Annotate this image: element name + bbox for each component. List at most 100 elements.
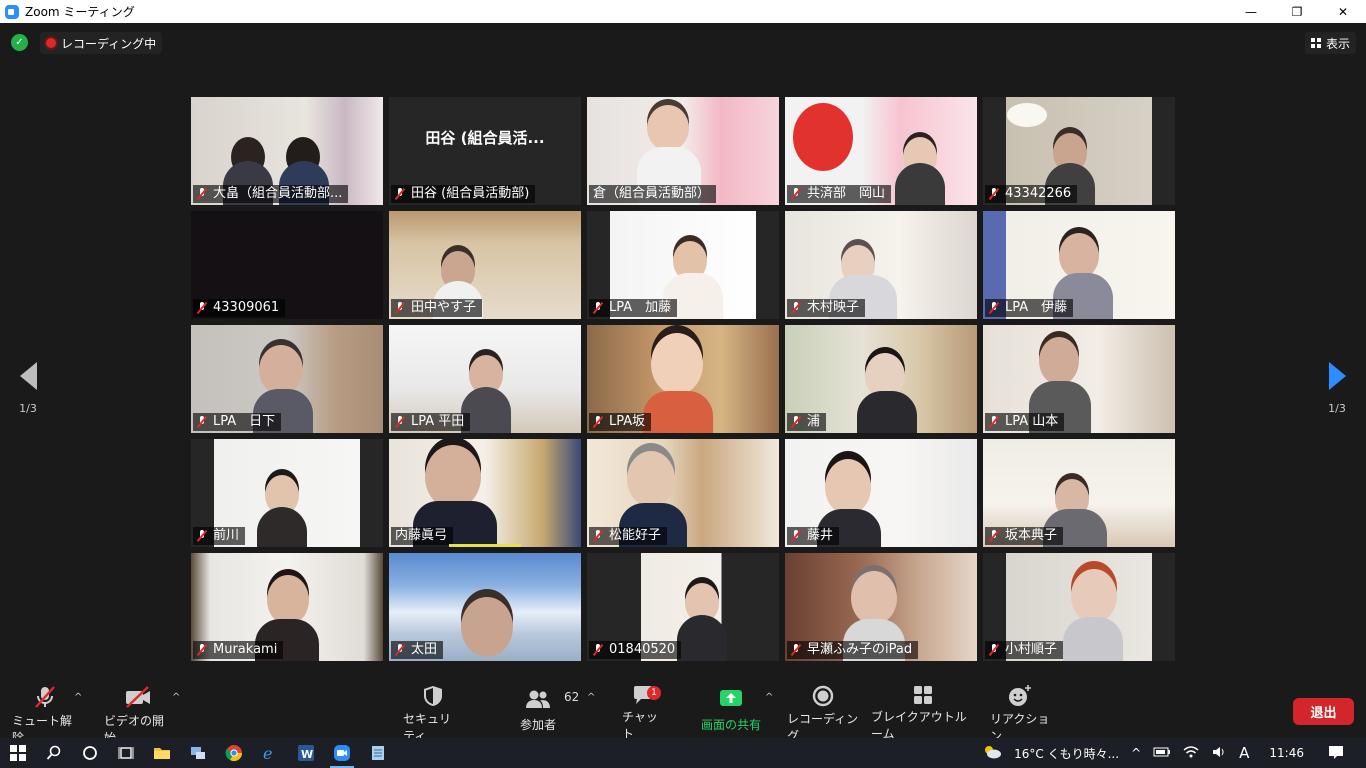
view-button[interactable]: 表示 xyxy=(1304,32,1356,54)
previous-page-button[interactable]: 1/3 xyxy=(13,362,43,415)
participant-tile[interactable]: LPA 平田 xyxy=(389,325,581,433)
chrome-icon[interactable] xyxy=(216,738,252,768)
participant-name-label: 太田 xyxy=(391,641,444,659)
video-options-caret[interactable]: ^ xyxy=(172,692,180,703)
participants-options-caret[interactable]: ^ xyxy=(587,692,595,703)
maximize-button[interactable]: ❐ xyxy=(1274,0,1320,23)
share-options-caret[interactable]: ^ xyxy=(765,692,773,703)
participant-tile[interactable]: LPA 加藤 xyxy=(587,211,779,319)
cortana-icon[interactable] xyxy=(72,738,108,768)
mic-muted-icon xyxy=(791,416,801,428)
network-pc-icon[interactable] xyxy=(180,738,216,768)
start-video-button[interactable]: ビデオの開始 xyxy=(104,684,172,745)
ime-indicator[interactable]: A xyxy=(1239,744,1249,762)
file-explorer-icon[interactable] xyxy=(144,738,180,768)
participant-tile[interactable]: 早瀬ふみ子のiPad xyxy=(785,553,977,661)
participants-icon: 62 xyxy=(524,684,579,714)
tray-chevron-up-icon[interactable]: ^ xyxy=(1131,746,1141,760)
mic-muted-icon xyxy=(395,302,405,314)
windows-start-icon[interactable] xyxy=(0,738,36,768)
participant-tile[interactable]: 田谷 (組合員活... 田谷 (組合員活動部) xyxy=(389,97,581,205)
zoom-taskbar-icon[interactable] xyxy=(324,738,360,768)
notepad-icon[interactable] xyxy=(360,738,396,768)
participant-tile[interactable]: LPA 日下 xyxy=(191,325,383,433)
participant-name-label: 藤井 xyxy=(787,527,840,545)
clock[interactable]: 11:46 xyxy=(1269,746,1304,760)
minimize-button[interactable]: — xyxy=(1228,0,1274,23)
participant-tile[interactable]: 松能好子 xyxy=(587,439,779,547)
recording-indicator[interactable]: レコーディング中 xyxy=(40,32,163,54)
participant-name-label: 田谷 (組合員活動部) xyxy=(391,185,536,203)
participant-name-label: 43309061 xyxy=(193,299,286,317)
participant-tile[interactable]: 浦 xyxy=(785,325,977,433)
participant-tile[interactable]: 01840520 xyxy=(587,553,779,661)
share-screen-button[interactable]: 画面の共有 xyxy=(698,684,764,738)
participant-name-label: 浦 xyxy=(787,413,827,431)
windows-taskbar: e W 16°C くもり時々... ^ A 11:46 xyxy=(0,738,1366,768)
notification-center-icon[interactable] xyxy=(1328,744,1344,763)
participant-name-label: LPA 日下 xyxy=(193,413,282,431)
wifi-icon[interactable] xyxy=(1183,745,1199,762)
next-page-button[interactable]: 1/3 xyxy=(1322,362,1352,415)
participant-tile[interactable]: 43309061 xyxy=(191,211,383,319)
participant-tile[interactable]: LPA 山本 xyxy=(983,325,1175,433)
participant-name-label: LPA 平田 xyxy=(391,413,471,431)
encryption-shield-icon[interactable]: ✓ xyxy=(11,34,28,51)
unmute-button[interactable]: ミュート解除 xyxy=(12,684,78,745)
participant-name-label: 共済部 岡山 xyxy=(787,185,892,203)
participant-tile[interactable]: 共済部 岡山 xyxy=(785,97,977,205)
participant-name-label: 内藤眞弓 xyxy=(391,527,454,545)
mic-muted-icon xyxy=(197,644,207,656)
task-view-icon[interactable] xyxy=(108,738,144,768)
mic-muted-icon xyxy=(395,416,405,428)
participant-tile[interactable]: 田中やす子 xyxy=(389,211,581,319)
smiley-add-icon xyxy=(1007,684,1033,708)
volume-icon[interactable] xyxy=(1211,745,1227,762)
participant-tile[interactable]: 小村順子 xyxy=(983,553,1175,661)
microphone-muted-icon xyxy=(32,684,58,710)
mic-muted-icon xyxy=(593,416,603,428)
breakout-rooms-button[interactable]: ブレイクアウトルーム xyxy=(871,684,975,741)
chat-button[interactable]: 1 チャット xyxy=(622,684,664,741)
participant-name-label: 坂本典子 xyxy=(985,527,1064,545)
audio-options-caret[interactable]: ^ xyxy=(74,692,82,703)
participant-tile[interactable]: Murakami xyxy=(191,553,383,661)
page-indicator-left: 1/3 xyxy=(19,402,37,415)
participant-tile[interactable]: LPA 伊藤 xyxy=(983,211,1175,319)
breakout-rooms-icon xyxy=(912,684,934,706)
record-icon xyxy=(811,684,835,708)
record-button[interactable]: レコーディング xyxy=(787,684,859,743)
word-icon[interactable]: W xyxy=(288,738,324,768)
view-label: 表示 xyxy=(1325,36,1350,51)
internet-explorer-icon[interactable]: e xyxy=(252,738,288,768)
participant-tile[interactable]: 前川 xyxy=(191,439,383,547)
weather-cloud-icon[interactable] xyxy=(982,744,1002,763)
mic-muted-icon xyxy=(395,644,405,656)
reactions-button[interactable]: リアクション xyxy=(990,684,1050,743)
close-button[interactable]: ✕ xyxy=(1320,0,1366,23)
participant-tile[interactable]: LPA坂 xyxy=(587,325,779,433)
participant-name-label: 倉（組合員活動部） xyxy=(589,185,717,203)
svg-text:W: W xyxy=(301,748,313,761)
participant-tile[interactable]: 内藤眞弓 xyxy=(389,439,581,547)
participants-button[interactable]: 62 参加者 xyxy=(514,684,579,738)
participant-tile[interactable]: 大畠（組合員活動部... xyxy=(191,97,383,205)
participant-tile[interactable]: 坂本典子 xyxy=(983,439,1175,547)
mic-muted-icon xyxy=(791,530,801,542)
battery-icon[interactable] xyxy=(1153,746,1171,761)
security-button[interactable]: セキュリティ xyxy=(403,684,463,743)
participant-tile[interactable]: 藤井 xyxy=(785,439,977,547)
search-icon[interactable] xyxy=(36,738,72,768)
participant-tile[interactable]: 太田 xyxy=(389,553,581,661)
video-gallery: 大畠（組合員活動部... 田谷 (組合員活... 田谷 (組合員活動部) 倉（組… xyxy=(191,97,1175,663)
weather-text[interactable]: 16°C くもり時々... xyxy=(1014,745,1119,762)
chat-bubble-icon: 1 xyxy=(631,684,661,706)
left-arrow-icon xyxy=(19,362,37,390)
participant-tile-active-speaker[interactable]: 倉（組合員活動部） xyxy=(587,97,779,205)
participant-tile[interactable]: 木村映子 xyxy=(785,211,977,319)
recording-label: レコーディング中 xyxy=(61,36,157,51)
participant-tile[interactable]: 43342266 xyxy=(983,97,1175,205)
leave-meeting-button[interactable]: 退出 xyxy=(1293,698,1354,725)
participant-name-label: LPA 加藤 xyxy=(589,299,678,317)
zoom-app-icon xyxy=(5,4,19,19)
